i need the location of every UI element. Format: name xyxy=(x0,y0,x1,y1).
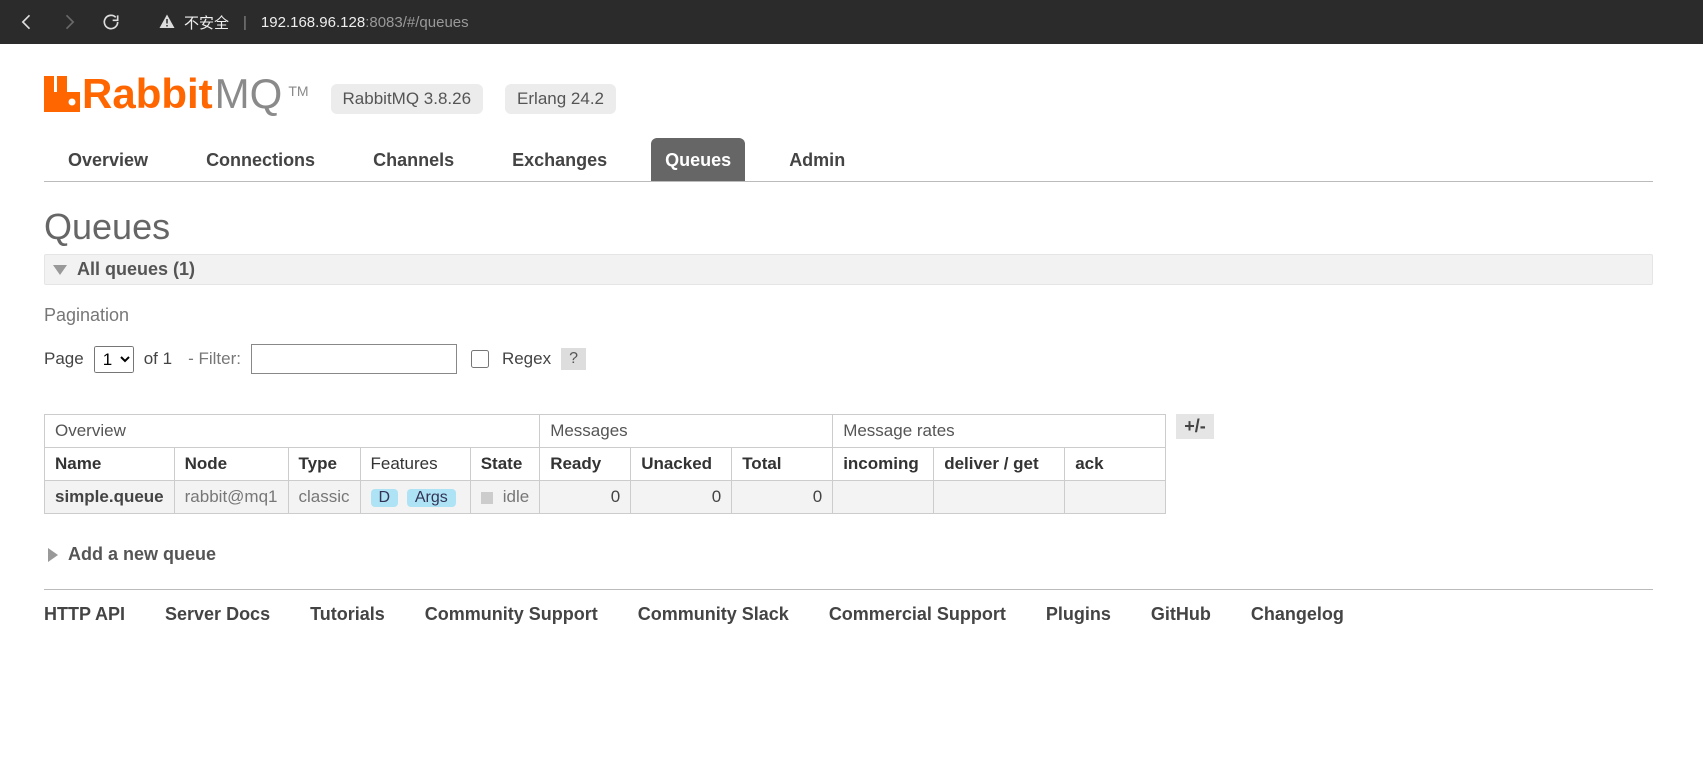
regex-label: Regex xyxy=(502,349,551,369)
pagination-label: Pagination xyxy=(44,305,1653,326)
col-name[interactable]: Name xyxy=(45,448,175,481)
tab-queues[interactable]: Queues xyxy=(651,138,745,181)
cell-state: idle xyxy=(470,481,539,514)
pager-controls: Page 1 of 1 - Filter: Regex ? xyxy=(44,344,1653,374)
address-separator: | xyxy=(243,14,247,31)
rabbitmq-logo[interactable]: RabbitMQ TM xyxy=(44,70,309,118)
footer-commercial-support[interactable]: Commercial Support xyxy=(829,604,1006,625)
feature-durable-badge: D xyxy=(371,489,399,507)
col-ack[interactable]: ack xyxy=(1065,448,1166,481)
col-ready[interactable]: Ready xyxy=(540,448,631,481)
col-incoming[interactable]: incoming xyxy=(833,448,934,481)
col-group-messages: Messages xyxy=(540,415,833,448)
section-add-new-queue[interactable]: Add a new queue xyxy=(44,540,1653,569)
rabbitmq-logo-icon xyxy=(44,76,80,112)
col-type[interactable]: Type xyxy=(288,448,360,481)
back-button[interactable] xyxy=(16,11,38,33)
chevron-down-icon xyxy=(53,265,67,275)
cell-unacked: 0 xyxy=(631,481,732,514)
tab-overview[interactable]: Overview xyxy=(54,138,162,181)
regex-help-button[interactable]: ? xyxy=(561,348,586,370)
footer-links: HTTP API Server Docs Tutorials Community… xyxy=(44,589,1653,625)
erlang-badge: Erlang 24.2 xyxy=(505,84,616,114)
url-path: :8083/#/queues xyxy=(365,14,468,31)
col-deliver-get[interactable]: deliver / get xyxy=(934,448,1065,481)
columns-toggle-button[interactable]: +/- xyxy=(1176,414,1214,439)
page-of-label: of 1 xyxy=(144,349,172,369)
logo-text-rabbit: Rabbit xyxy=(82,70,213,118)
page-header: RabbitMQ TM RabbitMQ 3.8.26 Erlang 24.2 xyxy=(44,56,1653,128)
cell-ack xyxy=(1065,481,1166,514)
page-select[interactable]: 1 xyxy=(94,346,134,373)
cell-total: 0 xyxy=(732,481,833,514)
col-node[interactable]: Node xyxy=(174,448,288,481)
footer-plugins[interactable]: Plugins xyxy=(1046,604,1111,625)
cell-features: D Args xyxy=(360,481,470,514)
footer-github[interactable]: GitHub xyxy=(1151,604,1211,625)
col-total[interactable]: Total xyxy=(732,448,833,481)
col-group-overview: Overview xyxy=(45,415,540,448)
section-all-queues[interactable]: All queues (1) xyxy=(44,254,1653,285)
footer-server-docs[interactable]: Server Docs xyxy=(165,604,270,625)
cell-deliver-get xyxy=(934,481,1065,514)
cell-incoming xyxy=(833,481,934,514)
browser-address-bar: 不安全 | 192.168.96.128:8083/#/queues xyxy=(0,0,1703,44)
tab-channels[interactable]: Channels xyxy=(359,138,468,181)
insecure-label: 不安全 xyxy=(184,12,229,33)
page-label: Page xyxy=(44,349,84,369)
url-host: 192.168.96.128 xyxy=(261,14,365,31)
regex-checkbox[interactable] xyxy=(471,350,489,368)
section-all-queues-label: All queues (1) xyxy=(77,259,195,280)
footer-tutorials[interactable]: Tutorials xyxy=(310,604,385,625)
chevron-right-icon xyxy=(48,548,58,562)
section-add-new-queue-label: Add a new queue xyxy=(68,544,216,565)
cell-ready: 0 xyxy=(540,481,631,514)
version-badge: RabbitMQ 3.8.26 xyxy=(331,84,484,114)
tab-connections[interactable]: Connections xyxy=(192,138,329,181)
tab-admin[interactable]: Admin xyxy=(775,138,859,181)
state-text: idle xyxy=(503,487,529,506)
col-state[interactable]: State xyxy=(470,448,539,481)
insecure-warning: 不安全 xyxy=(158,12,229,33)
logo-tm: TM xyxy=(288,83,308,99)
table-row[interactable]: simple.queue rabbit@mq1 classic D Args i… xyxy=(45,481,1166,514)
footer-community-support[interactable]: Community Support xyxy=(425,604,598,625)
main-tabs: Overview Connections Channels Exchanges … xyxy=(44,138,1653,182)
page-title: Queues xyxy=(44,206,1653,248)
footer-http-api[interactable]: HTTP API xyxy=(44,604,125,625)
queues-table: Overview Messages Message rates Name Nod… xyxy=(44,414,1166,514)
col-features[interactable]: Features xyxy=(360,448,470,481)
feature-args-badge: Args xyxy=(407,489,456,507)
filter-label: - Filter: xyxy=(188,349,241,369)
col-group-rates: Message rates xyxy=(833,415,1166,448)
warning-icon xyxy=(158,13,176,31)
col-unacked[interactable]: Unacked xyxy=(631,448,732,481)
state-dot-icon xyxy=(481,492,493,504)
footer-changelog[interactable]: Changelog xyxy=(1251,604,1344,625)
logo-text-mq: MQ xyxy=(215,70,283,118)
tab-exchanges[interactable]: Exchanges xyxy=(498,138,621,181)
cell-node: rabbit@mq1 xyxy=(174,481,288,514)
footer-community-slack[interactable]: Community Slack xyxy=(638,604,789,625)
address-area[interactable]: 不安全 | 192.168.96.128:8083/#/queues xyxy=(158,12,469,33)
reload-button[interactable] xyxy=(100,11,122,33)
cell-name[interactable]: simple.queue xyxy=(45,481,175,514)
forward-button[interactable] xyxy=(58,11,80,33)
cell-type: classic xyxy=(288,481,360,514)
filter-input[interactable] xyxy=(251,344,457,374)
